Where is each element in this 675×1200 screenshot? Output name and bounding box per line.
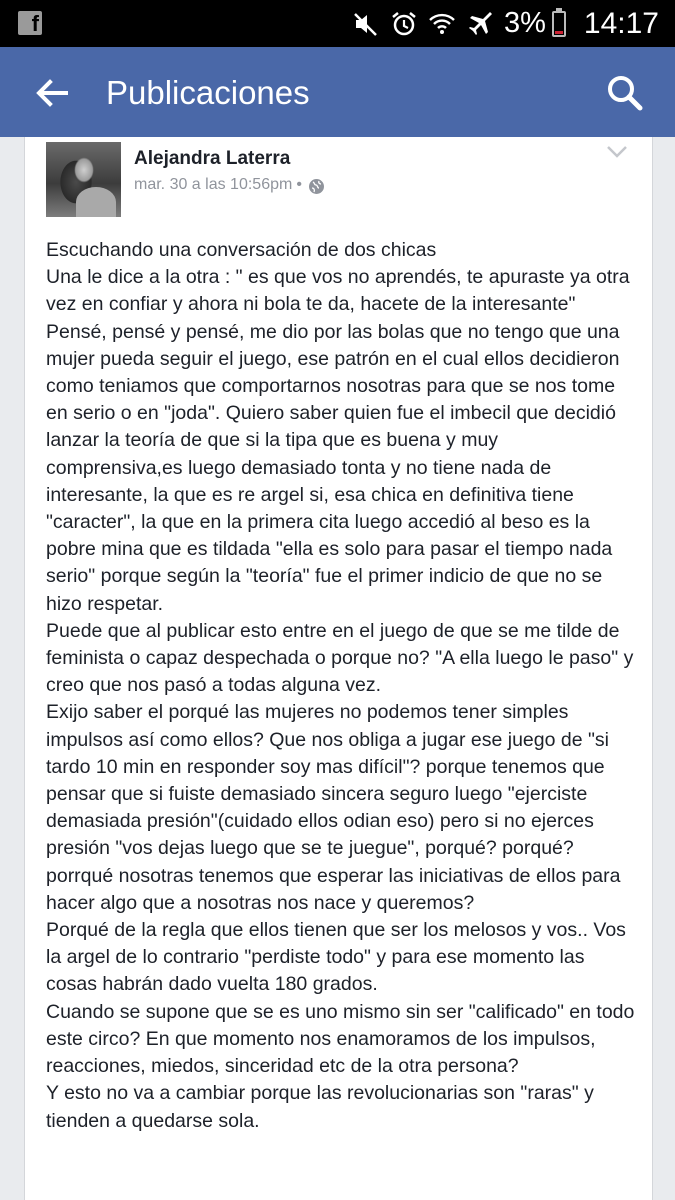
back-arrow-icon[interactable] — [28, 69, 76, 117]
post-paragraph: Puede que al publicar esto entre en el j… — [46, 619, 634, 697]
post-paragraph: Cuando se supone que se es uno mismo sin… — [46, 1000, 635, 1078]
facebook-notification-icon: f — [18, 11, 42, 36]
airplane-icon — [469, 11, 492, 35]
avatar-photo-detail — [76, 187, 116, 217]
battery-level — [554, 30, 563, 34]
clock: 14:17 — [583, 6, 659, 40]
page-title: Publicaciones — [106, 74, 310, 111]
post-body: Escuchando una conversación de dos chica… — [46, 237, 636, 1135]
meta-separator: • — [296, 176, 302, 193]
post-card: Alejandra Laterra mar. 30 a las 10:56pm … — [24, 137, 653, 1200]
mute-icon — [354, 12, 377, 36]
alarm-icon — [392, 11, 416, 35]
author-avatar[interactable] — [46, 142, 121, 217]
author-name[interactable]: Alejandra Laterra — [134, 148, 290, 170]
post-paragraph: Una le dice a la otra : " es que vos no … — [46, 266, 630, 316]
post-meta: mar. 30 a las 10:56pm • — [134, 175, 325, 195]
post-paragraph: Escuchando una conversación de dos chica… — [46, 239, 437, 261]
battery-icon — [551, 7, 566, 37]
post-timestamp[interactable]: mar. 30 a las 10:56pm — [134, 176, 292, 194]
post-paragraph: Pensé, pensé y pensé, me dio por las bol… — [46, 320, 620, 615]
status-bar: f 3% 14:17 — [0, 0, 675, 47]
chevron-down-icon[interactable] — [606, 145, 628, 159]
post-paragraph: Y esto no va a cambiar porque las revolu… — [46, 1082, 594, 1132]
wifi-icon — [429, 13, 455, 34]
status-icons: 3% 14:17 — [352, 0, 659, 47]
post-paragraph: Exijo saber el porqué las mujeres no pod… — [46, 701, 621, 914]
globe-icon[interactable] — [308, 178, 325, 195]
battery-percent: 3% — [504, 7, 546, 39]
app-bar: Publicaciones — [0, 47, 675, 137]
search-icon[interactable] — [601, 69, 649, 117]
post-paragraph: Porqué de la regla que ellos tienen que … — [46, 919, 626, 996]
